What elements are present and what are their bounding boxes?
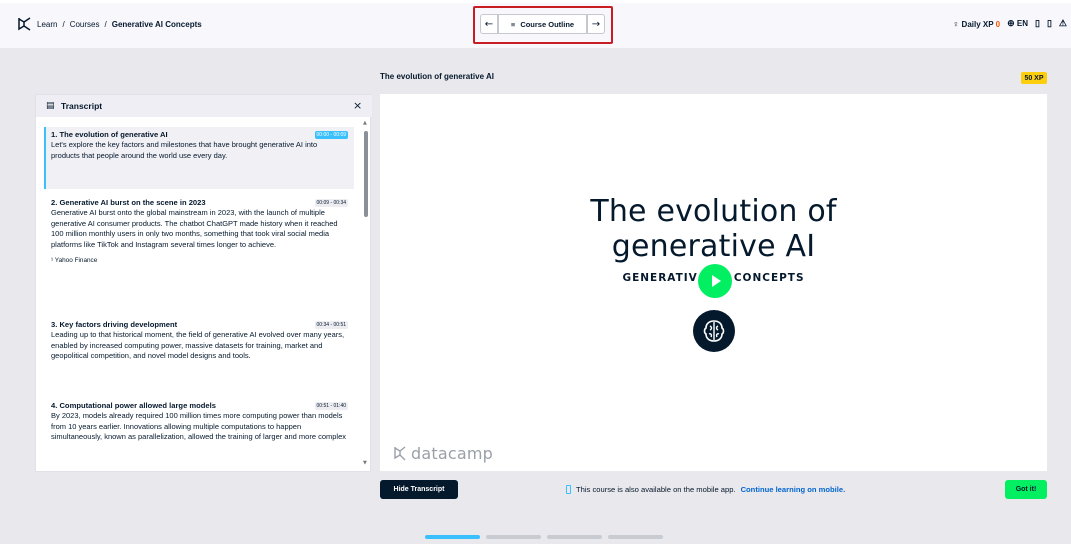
warning-icon[interactable]: ⚠ <box>1059 18 1067 29</box>
transcript-scroll[interactable]: 1. The evolution of generative AI 00:00 … <box>36 117 372 473</box>
document-icon[interactable]: ▯ <box>1035 18 1040 29</box>
mobile-phone-icon <box>566 485 571 494</box>
mobile-app-notice: This course is also available on the mob… <box>566 485 845 494</box>
menu-icon: ≡ <box>510 19 516 29</box>
got-it-button[interactable]: Got it! <box>1005 480 1047 499</box>
video-slide-title: The evolution of generative AI <box>380 194 1047 264</box>
video-title-line: generative AI <box>611 229 816 264</box>
daily-xp[interactable]: ♀ Daily XP 0 <box>953 19 1001 29</box>
segment-title: 4. Computational power allowed large mod… <box>51 401 216 410</box>
course-outline-button[interactable]: ≡ Course Outline <box>498 14 587 34</box>
transcript-segment[interactable]: 3. Key factors driving development 00:34… <box>44 320 354 362</box>
daily-xp-label: Daily XP <box>961 19 994 29</box>
trophy-icon: ♀ <box>952 18 960 29</box>
play-button[interactable] <box>698 264 732 298</box>
breadcrumb-courses[interactable]: Courses <box>70 20 100 29</box>
transcript-header: ▤ Transcript × <box>36 95 372 117</box>
lesson-title: The evolution of generative AI <box>380 72 494 81</box>
hide-transcript-button[interactable]: Hide Transcript <box>380 480 458 499</box>
continue-on-mobile-link[interactable]: Continue learning on mobile. <box>741 485 846 494</box>
breadcrumb-separator: / <box>104 20 107 29</box>
scroll-down-icon[interactable]: ▼ <box>363 460 367 466</box>
segment-title: 1. The evolution of generative AI <box>51 130 168 139</box>
breadcrumb: Learn / Courses / Generative AI Concepts <box>37 20 202 29</box>
breadcrumb-course-title: Generative AI Concepts <box>111 20 202 29</box>
xp-badge: 50 XP <box>1021 72 1047 84</box>
datacamp-logo-icon[interactable] <box>16 16 32 32</box>
transcript-panel: ▤ Transcript × 1. The evolution of gener… <box>35 94 372 473</box>
mobile-notice-text: This course is also available on the mob… <box>576 485 736 494</box>
progress-step[interactable] <box>608 535 663 539</box>
breadcrumb-separator: / <box>62 20 65 29</box>
arrow-left-icon: ← <box>484 18 494 30</box>
header-tools: ♀ Daily XP 0 ⊕ EN ▯ ▯ ⚠ <box>953 18 1067 29</box>
progress-step[interactable] <box>486 535 541 539</box>
video-title-line: The evolution of <box>590 194 837 229</box>
language-selector[interactable]: ⊕ EN <box>1007 18 1028 29</box>
language-label: EN <box>1016 19 1029 28</box>
top-divider <box>0 0 1071 3</box>
segment-text: Let's explore the key factors and milest… <box>51 140 318 160</box>
segment-text: Generative AI burst onto the global main… <box>51 208 338 249</box>
scroll-up-icon[interactable]: ▲ <box>363 120 367 126</box>
next-button[interactable]: → <box>587 14 605 34</box>
course-outline-label: Course Outline <box>520 19 575 29</box>
segment-time: 00:51 - 01:40 <box>314 401 348 410</box>
datacamp-watermark: datacamp <box>393 444 493 463</box>
watermark-text: datacamp <box>411 444 493 463</box>
segment-time: 00:00 - 00:09 <box>314 130 348 139</box>
daily-xp-value: 0 <box>995 19 1001 29</box>
arrow-right-icon: → <box>591 18 601 30</box>
progress-step[interactable] <box>547 535 602 539</box>
transcript-icon: ▤ <box>46 101 55 111</box>
segment-time: 00:34 - 00:51 <box>314 320 348 329</box>
subtitle-right: CONCEPTS <box>733 272 805 284</box>
transcript-title: Transcript <box>61 101 103 111</box>
previous-button[interactable]: ← <box>480 14 498 34</box>
datacamp-mark-icon <box>394 445 406 460</box>
breadcrumb-learn[interactable]: Learn <box>37 20 57 29</box>
scrollbar-thumb[interactable] <box>364 131 368 217</box>
play-icon <box>712 275 721 287</box>
segment-footnote: ¹ Yahoo Finance <box>51 257 98 264</box>
segment-text: By 2023, models already required 100 mil… <box>51 411 347 441</box>
transcript-segment[interactable]: 1. The evolution of generative AI 00:00 … <box>44 127 354 189</box>
subtitle-left: GENERATIV <box>622 272 698 284</box>
segment-time: 00:09 - 00:34 <box>314 198 348 207</box>
video-player[interactable]: The evolution of generative AI GENERATIV… <box>380 94 1047 471</box>
segment-text: Leading up to that historical moment, th… <box>51 330 345 360</box>
bookmark-icon[interactable]: ▯ <box>1047 18 1052 29</box>
globe-icon: ⊕ <box>1007 18 1015 28</box>
progress-step-active[interactable] <box>425 535 480 539</box>
segment-title: 3. Key factors driving development <box>51 320 178 329</box>
brain-icon <box>693 310 735 352</box>
segment-title: 2. Generative AI burst on the scene in 2… <box>51 198 206 207</box>
close-icon[interactable]: × <box>353 99 362 112</box>
transcript-segment[interactable]: 4. Computational power allowed large mod… <box>44 401 354 443</box>
transcript-segment[interactable]: 2. Generative AI burst on the scene in 2… <box>44 198 354 264</box>
